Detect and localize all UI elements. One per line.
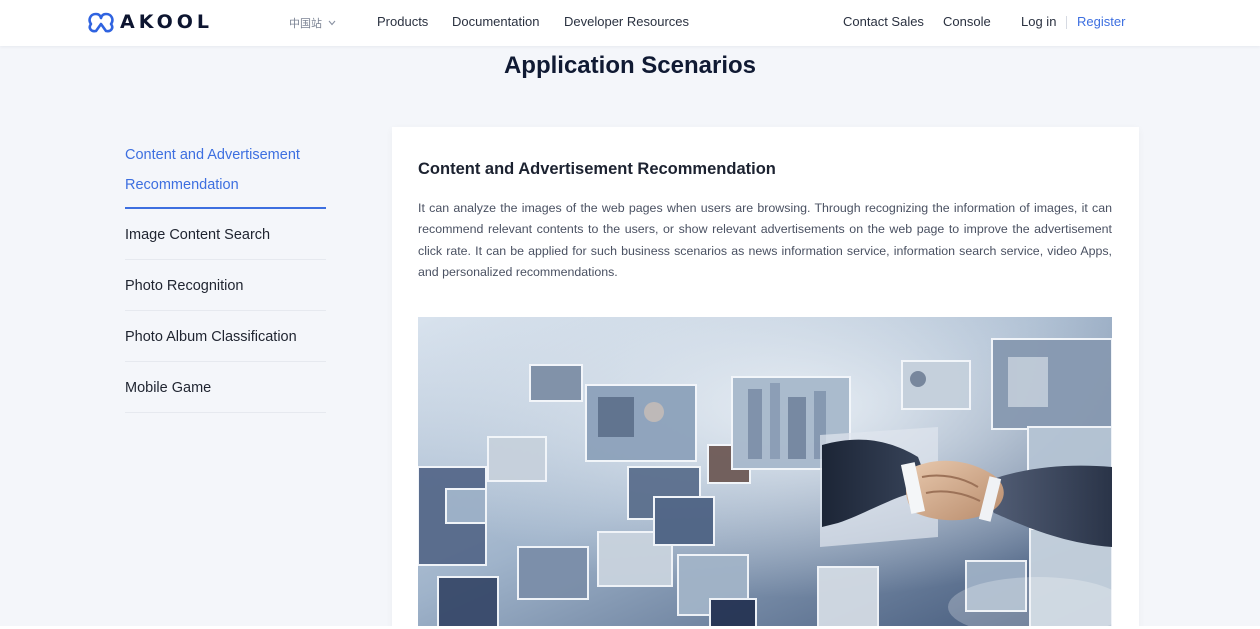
top-navigation-bar: AKOOL 中国站 Products Documentation Develop… — [0, 0, 1260, 46]
register-link[interactable]: Register — [1077, 14, 1125, 32]
menu-item-image-content-search[interactable]: Image Content Search — [125, 209, 326, 260]
login-register-divider — [1066, 16, 1067, 29]
menu-item-content-ad-recommendation[interactable]: Content and Advertisement Recommendation — [125, 140, 326, 209]
brand-logo[interactable]: AKOOL — [86, 8, 213, 36]
menu-item-mobile-game[interactable]: Mobile Game — [125, 362, 326, 413]
akool-logo-icon — [88, 12, 114, 33]
nav-documentation[interactable]: Documentation — [452, 14, 539, 32]
menu-item-photo-album-classification[interactable]: Photo Album Classification — [125, 311, 326, 362]
region-label: 中国站 — [289, 18, 322, 30]
nav-products[interactable]: Products — [377, 14, 428, 32]
nav-contact-sales[interactable]: Contact Sales — [843, 14, 924, 32]
login-link[interactable]: Log in — [1021, 14, 1056, 32]
nav-developer-resources[interactable]: Developer Resources — [564, 14, 689, 32]
scenario-illustration — [418, 317, 1112, 629]
chevron-down-icon — [328, 20, 336, 26]
scenario-detail-card: Content and Advertisement Recommendation… — [392, 127, 1139, 629]
region-selector[interactable]: 中国站 — [289, 15, 336, 31]
scenario-menu: Content and Advertisement Recommendation… — [125, 140, 326, 413]
scenario-description: It can analyze the images of the web pag… — [418, 201, 1112, 279]
nav-console[interactable]: Console — [943, 14, 991, 32]
scenario-heading: Content and Advertisement Recommendation — [418, 160, 776, 178]
section-title: Application Scenarios — [503, 52, 757, 79]
brand-wordmark: AKOOL — [120, 11, 213, 33]
menu-item-photo-recognition[interactable]: Photo Recognition — [125, 260, 326, 311]
